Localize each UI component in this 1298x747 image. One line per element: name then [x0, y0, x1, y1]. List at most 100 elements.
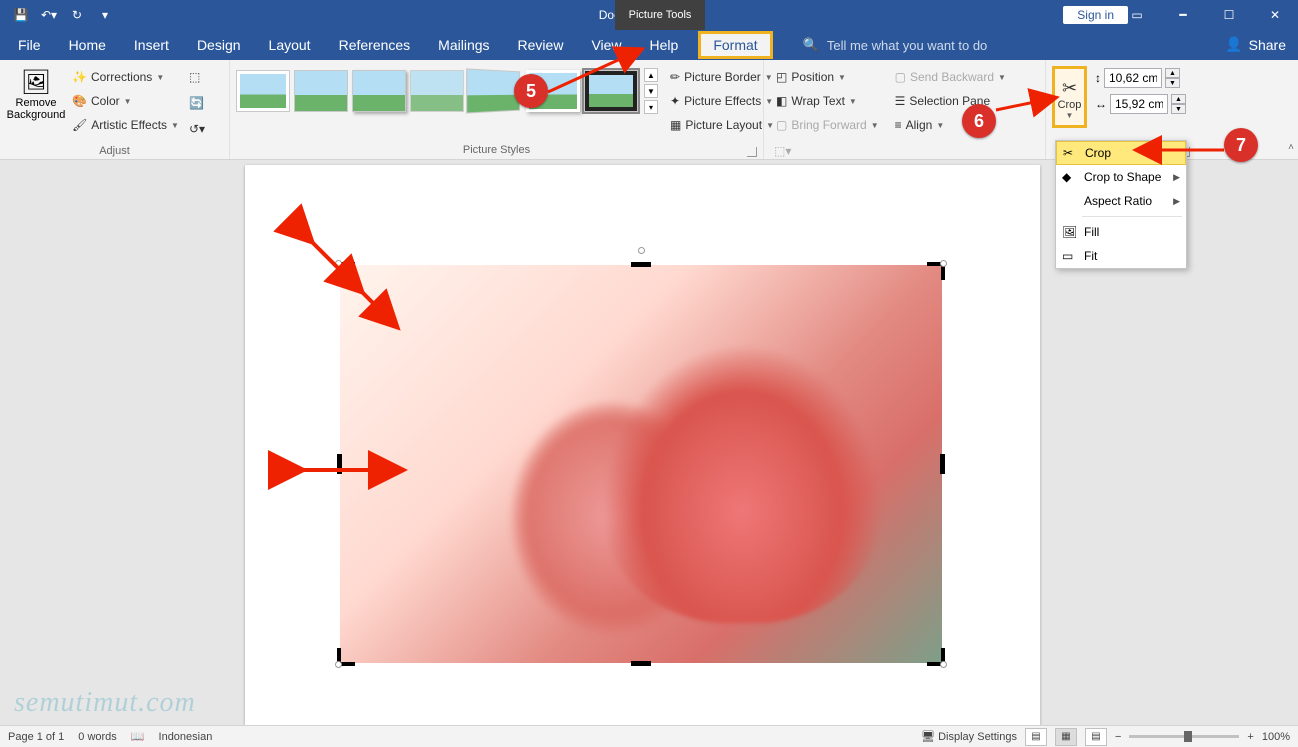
gallery-up-icon[interactable]: ▲ [644, 68, 658, 82]
page [245, 165, 1040, 725]
shape-icon: ◆ [1062, 170, 1071, 184]
group-label-adjust: Adjust [4, 142, 225, 159]
reset-picture-icon[interactable]: ↺▾ [187, 118, 207, 140]
tab-help[interactable]: Help [636, 30, 693, 60]
selection-pane-icon: ☰ [895, 94, 906, 108]
language-status[interactable]: Indonesian [159, 731, 213, 743]
maximize-icon[interactable]: ☐ [1206, 0, 1252, 30]
crop-button[interactable]: ✂ Crop ▼ [1052, 66, 1087, 128]
web-layout-icon[interactable]: ▤ [1085, 728, 1107, 746]
print-layout-icon[interactable]: ▦ [1055, 728, 1077, 746]
crop-handle[interactable] [631, 262, 651, 267]
artistic-icon: 🖌 [72, 118, 87, 132]
crop-handle[interactable] [631, 661, 651, 666]
position-icon: ◰ [776, 70, 787, 84]
style-thumb[interactable] [294, 70, 348, 112]
color-button[interactable]: 🎨Color▼ [68, 90, 183, 112]
spinner-up-icon[interactable]: ▲ [1171, 94, 1186, 104]
crop-handle[interactable] [940, 454, 945, 474]
style-thumb[interactable] [236, 70, 290, 112]
tab-format[interactable]: Format [698, 31, 772, 59]
save-icon[interactable]: 💾 [8, 2, 34, 28]
zoom-out-button[interactable]: − [1115, 731, 1121, 743]
send-backward-icon: ▢ [895, 70, 906, 84]
style-thumb[interactable] [410, 70, 464, 112]
menu-item-crop-to-shape[interactable]: ◆Crop to Shape▶ [1056, 165, 1186, 189]
redo-icon[interactable]: ↻ [64, 2, 90, 28]
zoom-slider[interactable] [1129, 735, 1239, 738]
zoom-level[interactable]: 100% [1262, 731, 1290, 743]
tab-review[interactable]: Review [504, 30, 578, 60]
selection-handle[interactable] [335, 661, 342, 668]
style-thumb[interactable] [466, 68, 520, 113]
rotate-handle[interactable] [638, 247, 645, 254]
selection-handle[interactable] [940, 661, 947, 668]
selected-picture[interactable] [340, 265, 942, 663]
ribbon-display-icon[interactable]: ▭ [1114, 0, 1160, 30]
page-status[interactable]: Page 1 of 1 [8, 731, 64, 743]
tell-me-search[interactable]: 🔍 Tell me what you want to do [803, 37, 988, 53]
close-icon[interactable]: ✕ [1252, 0, 1298, 30]
spinner-down-icon[interactable]: ▼ [1165, 78, 1180, 88]
style-thumb[interactable] [352, 70, 406, 112]
tell-me-placeholder: Tell me what you want to do [827, 38, 987, 53]
fit-icon: ▭ [1062, 249, 1073, 263]
corrections-icon: ✨ [72, 70, 87, 84]
collapse-ribbon-icon[interactable]: ˄ [1288, 142, 1294, 153]
tab-insert[interactable]: Insert [120, 30, 183, 60]
menu-item-fill[interactable]: 🖼Fill [1056, 220, 1186, 244]
menu-item-fit[interactable]: ▭Fit [1056, 244, 1186, 268]
style-thumb[interactable] [584, 70, 638, 112]
menu-separator [1082, 216, 1182, 217]
remove-bg-icon: 🖼 [4, 68, 68, 97]
gallery-more-icon[interactable]: ▾ [644, 100, 658, 114]
customize-qa-icon[interactable]: ▾ [92, 2, 118, 28]
selection-pane-button[interactable]: ☰Selection Pane [891, 90, 1010, 112]
height-input[interactable] [1104, 68, 1162, 88]
picture-border-button[interactable]: ✏Picture Border▼ [666, 66, 778, 88]
menu-item-aspect-ratio[interactable]: Aspect Ratio▶ [1056, 189, 1186, 213]
tab-references[interactable]: References [325, 30, 425, 60]
tab-home[interactable]: Home [55, 30, 120, 60]
menu-item-crop[interactable]: ✂Crop [1056, 141, 1186, 165]
spinner-up-icon[interactable]: ▲ [1165, 68, 1180, 78]
display-settings-button[interactable]: 🖥 Display Settings [921, 730, 1017, 743]
spinner-down-icon[interactable]: ▼ [1171, 104, 1186, 114]
selection-handle[interactable] [940, 260, 947, 267]
picture-layout-button[interactable]: ▦Picture Layout▼ [666, 114, 778, 136]
tab-layout[interactable]: Layout [255, 30, 325, 60]
selection-handle[interactable] [335, 260, 342, 267]
bring-forward-button: ▢Bring Forward▼ [772, 114, 883, 136]
status-bar: Page 1 of 1 0 words 📖 Indonesian 🖥 Displ… [0, 725, 1298, 747]
align-icon: ≡ [895, 118, 902, 132]
position-button[interactable]: ◰Position▼ [772, 66, 883, 88]
gallery-down-icon[interactable]: ▼ [644, 84, 658, 98]
crop-handle[interactable] [337, 454, 342, 474]
spellcheck-icon[interactable]: 📖 [131, 730, 145, 743]
undo-icon[interactable]: ↶▾ [36, 2, 62, 28]
dialog-launcher-icon[interactable] [747, 147, 757, 157]
word-count[interactable]: 0 words [78, 731, 117, 743]
zoom-in-button[interactable]: + [1247, 731, 1253, 743]
tab-file[interactable]: File [4, 30, 55, 60]
tab-design[interactable]: Design [183, 30, 255, 60]
wrap-text-button[interactable]: ◧Wrap Text▼ [772, 90, 883, 112]
group-label-styles: Picture Styles [234, 141, 759, 159]
picture-effects-button[interactable]: ✦Picture Effects▼ [666, 90, 778, 112]
share-button[interactable]: 👤 Share [1225, 36, 1286, 53]
picture-styles-gallery[interactable]: ▲ ▼ ▾ [234, 64, 662, 118]
tab-mailings[interactable]: Mailings [424, 30, 503, 60]
tab-view[interactable]: View [577, 30, 635, 60]
minimize-icon[interactable]: ━ [1160, 0, 1206, 30]
remove-background-button[interactable]: 🖼 Remove Background [4, 64, 68, 121]
picture-content [340, 265, 942, 663]
change-picture-icon[interactable]: 🔄 [187, 92, 207, 114]
read-mode-icon[interactable]: ▤ [1025, 728, 1047, 746]
group-icon: ⬚▾ [772, 140, 793, 162]
width-input[interactable] [1110, 94, 1168, 114]
fill-icon: 🖼 [1062, 225, 1077, 239]
artistic-effects-button[interactable]: 🖌Artistic Effects▼ [68, 114, 183, 136]
compress-pictures-icon[interactable]: ⬚ [187, 66, 207, 88]
corrections-button[interactable]: ✨Corrections▼ [68, 66, 183, 88]
zoom-thumb[interactable] [1184, 731, 1192, 742]
